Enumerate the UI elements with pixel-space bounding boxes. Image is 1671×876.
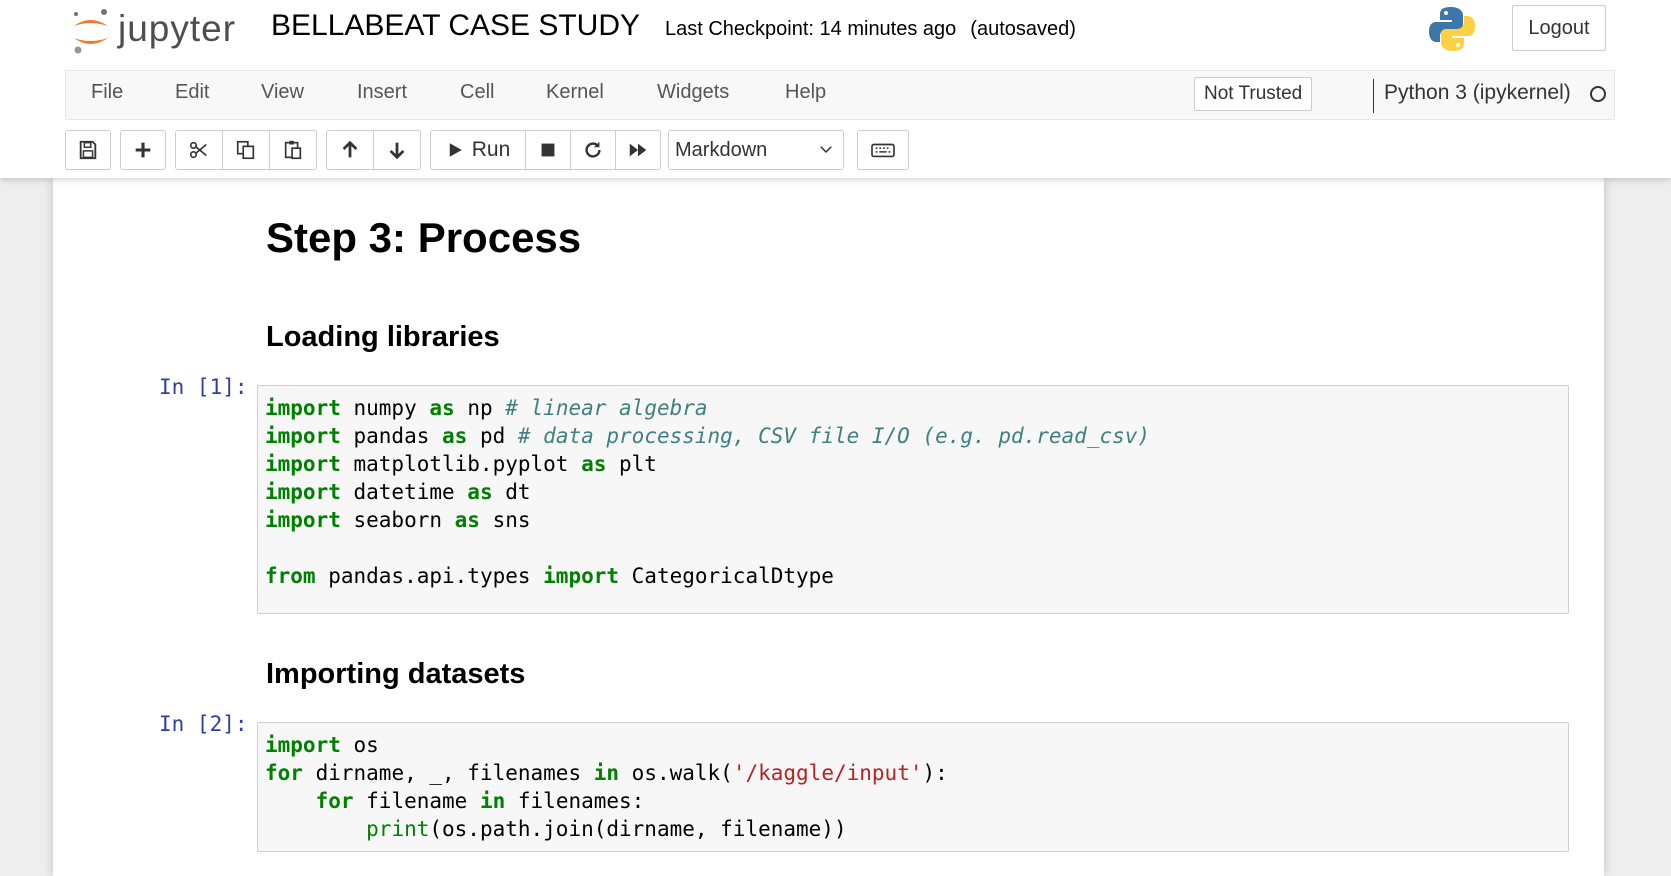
- input-prompt-1: In [1]:: [159, 375, 248, 399]
- toolbar: Run Markdown: [65, 130, 1615, 170]
- code-cell-2[interactable]: import os for dirname, _, filenames in o…: [257, 722, 1569, 852]
- menu-help[interactable]: Help: [785, 81, 826, 104]
- menu-widgets[interactable]: Widgets: [657, 81, 729, 104]
- command-palette-button[interactable]: [857, 130, 909, 170]
- copy-button[interactable]: [222, 130, 270, 170]
- menubar: File Edit View Insert Cell Kernel Widget…: [65, 70, 1615, 120]
- cut-button[interactable]: [175, 130, 223, 170]
- move-up-button[interactable]: [326, 130, 374, 170]
- markdown-heading-step3[interactable]: Step 3: Process: [266, 214, 581, 262]
- cell-type-select[interactable]: Markdown: [668, 130, 844, 170]
- paste-button[interactable]: [269, 130, 317, 170]
- checkpoint-text: Last Checkpoint: 14 minutes ago: [665, 18, 957, 40]
- code-cell-1[interactable]: import numpy as np # linear algebra impo…: [257, 385, 1569, 614]
- cut-icon: [189, 141, 207, 159]
- kernel-name[interactable]: Python 3 (ipykernel): [1384, 81, 1571, 105]
- notebook-name[interactable]: BELLABEAT CASE STUDY: [271, 9, 640, 43]
- fast-forward-icon: [629, 143, 647, 157]
- keyboard-icon: [871, 143, 895, 158]
- save-icon: [79, 140, 97, 160]
- markdown-heading-datasets[interactable]: Importing datasets: [266, 658, 525, 691]
- notebook-container: Step 3: Process Loading libraries In [1]…: [53, 178, 1604, 876]
- menu-cell[interactable]: Cell: [460, 81, 494, 104]
- play-icon: [449, 143, 462, 157]
- menu-file[interactable]: File: [91, 81, 123, 104]
- code-cell-2-source[interactable]: import os for dirname, _, filenames in o…: [258, 723, 1568, 851]
- code-cell-1-source[interactable]: import numpy as np # linear algebra impo…: [258, 386, 1568, 598]
- jupyter-logo[interactable]: jupyter: [70, 6, 250, 56]
- copy-icon: [236, 140, 255, 160]
- input-prompt-2: In [2]:: [159, 712, 248, 736]
- not-trusted-button[interactable]: Not Trusted: [1194, 77, 1313, 111]
- cell-type-value: Markdown: [675, 138, 768, 161]
- top-bar: jupyter BELLABEAT CASE STUDY Last Checkp…: [0, 0, 1671, 68]
- jupyter-logo-icon: [74, 9, 108, 54]
- logo-text: jupyter: [118, 8, 237, 49]
- arrow-up-icon: [342, 140, 358, 158]
- menu-edit[interactable]: Edit: [175, 81, 209, 104]
- restart-run-all-button[interactable]: [615, 130, 661, 170]
- header: jupyter BELLABEAT CASE STUDY Last Checkp…: [0, 0, 1671, 178]
- interrupt-button[interactable]: [525, 130, 571, 170]
- chevron-down-icon: [820, 146, 832, 154]
- insert-cell-button[interactable]: [120, 130, 166, 170]
- run-button[interactable]: Run: [430, 130, 526, 170]
- plus-icon: [135, 142, 151, 158]
- arrow-down-icon: [389, 142, 405, 160]
- stop-icon: [541, 143, 555, 157]
- menu-insert[interactable]: Insert: [357, 81, 407, 104]
- menu-view[interactable]: View: [261, 81, 304, 104]
- kernel-separator: [1373, 79, 1374, 113]
- run-label: Run: [471, 138, 511, 161]
- python-logo-icon: [1428, 5, 1476, 53]
- logout-button[interactable]: Logout: [1512, 5, 1606, 51]
- save-button[interactable]: [65, 130, 111, 170]
- move-down-button[interactable]: [373, 130, 421, 170]
- autosave-status: (autosaved): [970, 18, 1076, 40]
- restart-button[interactable]: [570, 130, 616, 170]
- kernel-idle-indicator-icon: [1590, 86, 1606, 102]
- markdown-heading-libraries[interactable]: Loading libraries: [266, 321, 500, 354]
- menu-kernel[interactable]: Kernel: [546, 81, 604, 104]
- restart-icon: [585, 141, 601, 158]
- checkpoint-status: Last Checkpoint: 14 minutes ago (autosave…: [665, 18, 1076, 41]
- paste-icon: [284, 140, 302, 160]
